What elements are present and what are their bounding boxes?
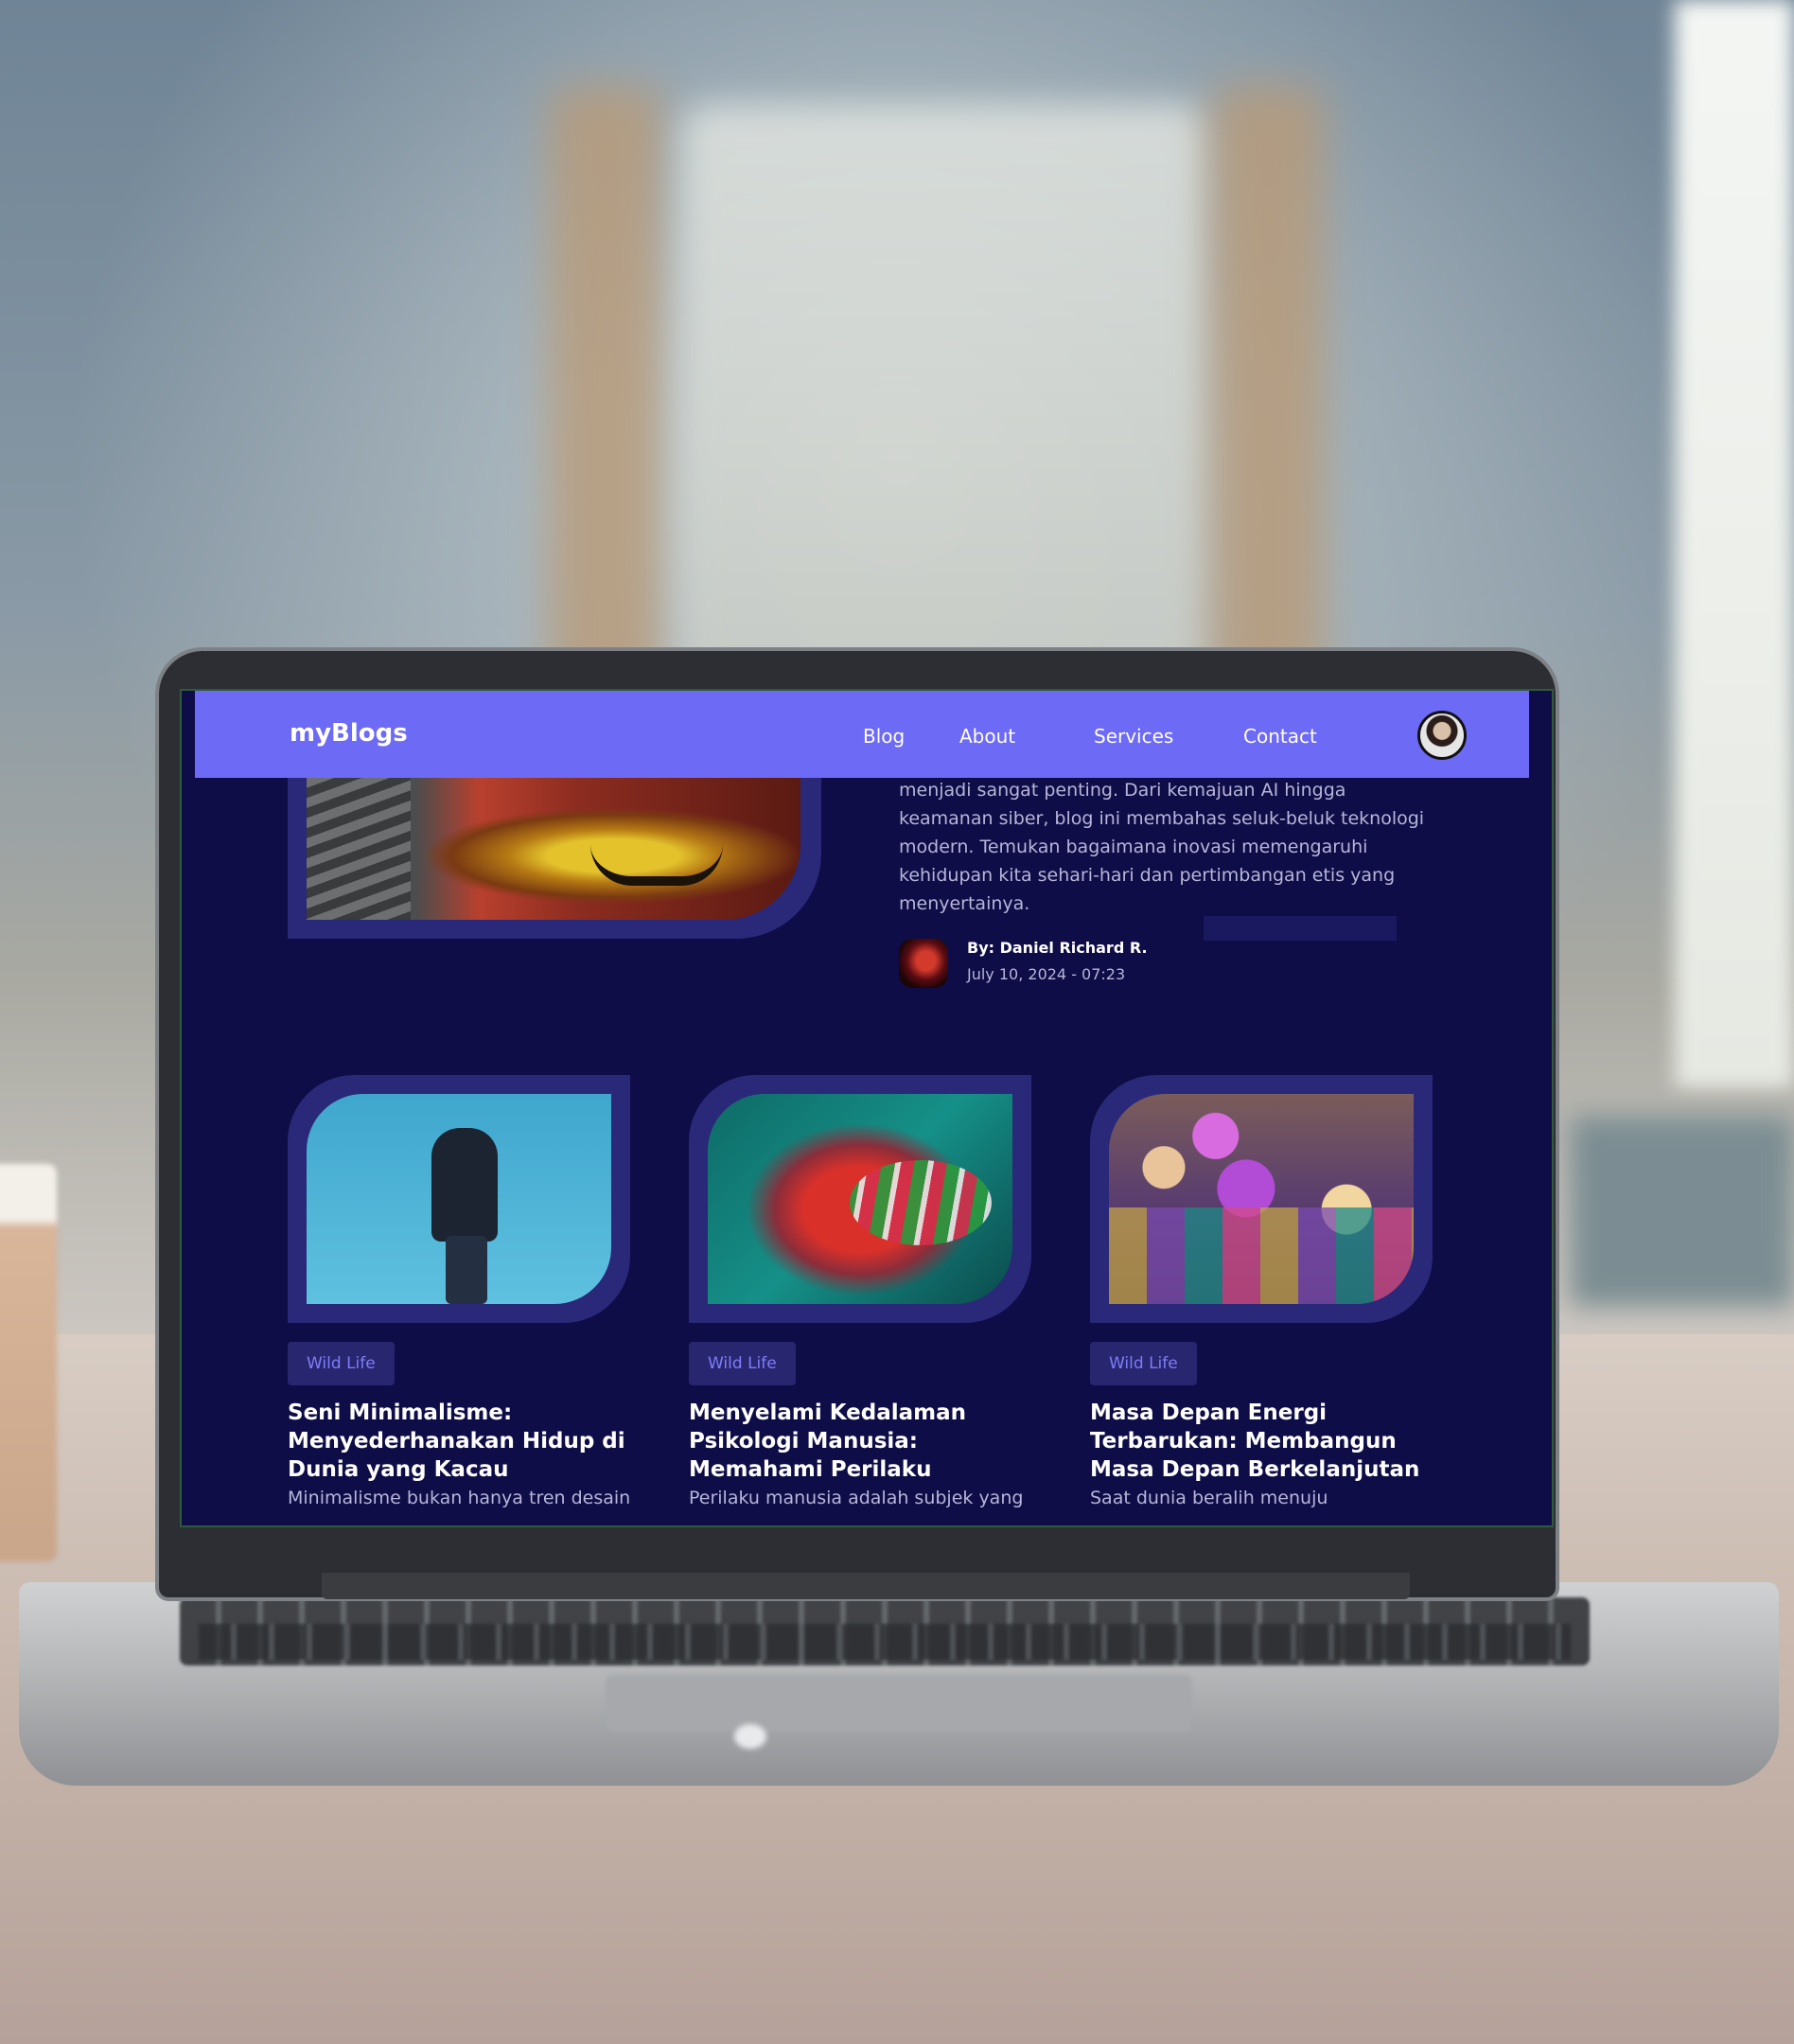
featured-excerpt: menjadi sangat penting. Dari kemajuan AI… (899, 780, 1425, 914)
category-tag[interactable]: Wild Life (1090, 1342, 1197, 1385)
card-title[interactable]: Masa Depan Energi Terbarukan: Membangun … (1090, 1399, 1433, 1484)
featured-image[interactable] (307, 778, 800, 920)
author-avatar-icon (899, 939, 948, 988)
card-title[interactable]: Seni Minimalisme: Menyederhanakan Hidup … (288, 1399, 630, 1484)
card-title[interactable]: Menyelami Kedalaman Psikologi Manusia: M… (689, 1399, 1031, 1484)
featured-image-frame[interactable] (288, 778, 821, 939)
faint-overlay-button (1204, 916, 1397, 941)
laptop-notch (734, 1724, 766, 1749)
nav-link-blog[interactable]: Blog (863, 725, 905, 748)
background-frame-right (1211, 85, 1325, 691)
nav-link-services[interactable]: Services (1094, 725, 1173, 748)
card-excerpt: Saat dunia beralih menuju (1090, 1488, 1328, 1508)
user-avatar-icon[interactable] (1417, 711, 1467, 760)
nav-link-contact[interactable]: Contact (1243, 725, 1317, 748)
laptop-trackpad (606, 1675, 1192, 1732)
background-poster (681, 104, 1211, 691)
coffee-cup (0, 1164, 57, 1561)
background-frame-left (549, 85, 662, 691)
card-image-chameleon[interactable] (708, 1094, 1012, 1304)
category-tag[interactable]: Wild Life (288, 1342, 395, 1385)
site-logo[interactable]: myBlogs (290, 719, 408, 748)
laptop-keyboard-row (199, 1624, 1571, 1660)
category-tag[interactable]: Wild Life (689, 1342, 796, 1385)
nav-link-about[interactable]: About (959, 725, 1015, 748)
laptop-hinge (322, 1573, 1410, 1599)
background-ledge (1571, 1117, 1794, 1306)
author-name: By: Daniel Richard R. (967, 939, 1148, 957)
post-date: July 10, 2024 - 07:23 (967, 965, 1126, 983)
card-image-crowd[interactable] (1109, 1094, 1414, 1304)
top-navbar: myBlogs Blog About Services Contact (195, 691, 1529, 778)
card-image-robotic-hand[interactable] (307, 1094, 611, 1304)
card-excerpt: Perilaku manusia adalah subjek yang (689, 1488, 1024, 1508)
card-excerpt: Minimalisme bukan hanya tren desain; (288, 1488, 630, 1508)
background-window (1675, 0, 1794, 1088)
laptop-screen: myBlogs Blog About Services Contact menj… (180, 689, 1554, 1527)
